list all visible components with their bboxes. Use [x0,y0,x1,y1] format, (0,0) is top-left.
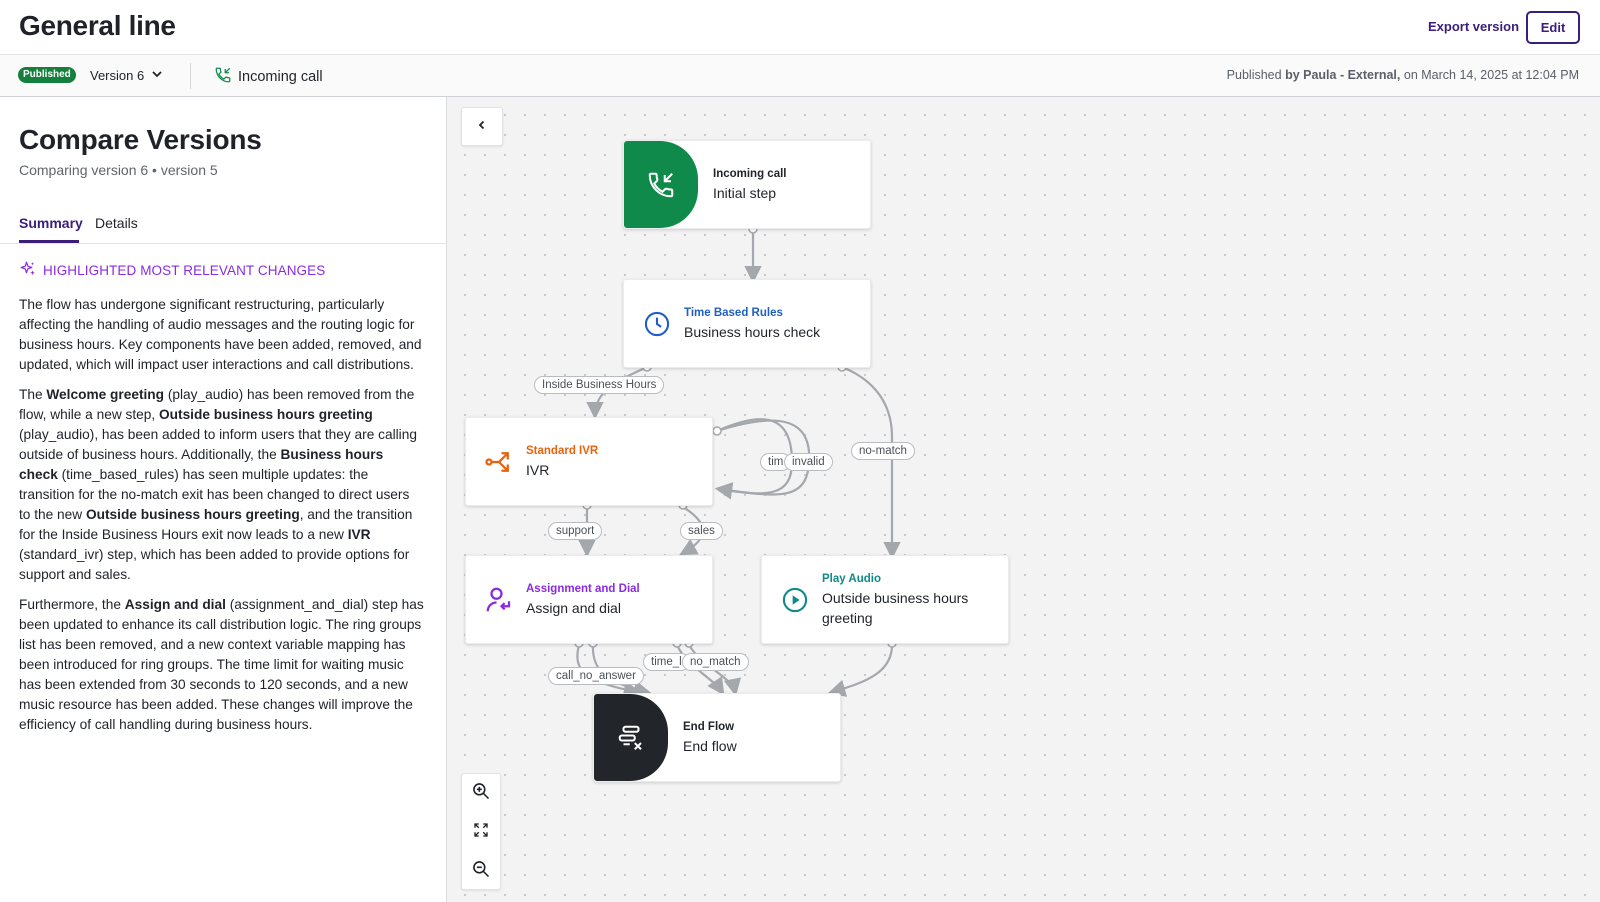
node-name: Business hours check [684,324,821,340]
fit-screen-icon [472,821,490,844]
branch-arrows-icon [483,446,515,478]
summary-paragraph: The flow has undergone significant restr… [19,295,424,375]
tab-bar: Summary Details [0,207,447,244]
status-badge: Published [18,67,76,83]
summary-bold-text: Outside business hours greeting [85,507,300,522]
tab-details[interactable]: Details [95,215,138,231]
phone-incoming-icon [624,141,698,228]
node-type-label: End Flow [683,721,735,733]
publish-date: on March 14, 2025 at 12:04 PM [1403,68,1579,82]
publish-prefix: Published [1226,68,1282,82]
active-tab-indicator [19,240,79,243]
edge-label-no-match[interactable]: no-match [851,442,915,460]
tab-summary[interactable]: Summary [19,215,83,231]
edge-label-sales[interactable]: sales [680,522,723,540]
panel-subtitle: Comparing version 6 • version 5 [19,162,218,178]
divider [190,63,191,89]
version-bar: Published Version 6 Incoming call Publis… [0,55,1600,97]
flow-canvas[interactable]: Incoming call Initial step Time Based Ru… [447,97,1600,902]
top-bar: General line Export version Edit [0,0,1600,55]
edge-label-call-no-answer[interactable]: call_no_answer [548,667,644,685]
compare-panel: Compare Versions Comparing version 6 • v… [0,97,447,902]
summary-paragraph: Furthermore, the Assign and dial (assign… [19,595,424,735]
end-flow-icon [594,694,668,781]
collapse-panel-button[interactable] [461,107,503,146]
node-name: Outside business hours greeting [822,590,969,626]
zoom-controls [461,773,501,890]
clock-icon [641,308,673,340]
highlight-heading: HIGHLIGHTED MOST RELEVANT CHANGES [19,260,325,281]
node-end-flow[interactable]: End Flow End flow [593,693,841,782]
play-circle-icon [779,584,811,616]
summary-text: The flow has undergone significant restr… [19,295,424,745]
summary-text-run: (assignment_and_dial) step has been upda… [19,597,424,732]
fit-view-button[interactable] [462,813,500,851]
summary-bold-text: Outside business hours greeting [159,407,373,422]
summary-text-run: Furthermore, the [19,597,125,612]
publish-info: Published by Paula - External, on March … [1227,68,1579,82]
edge-label-no-match-2[interactable]: no_match [682,653,749,671]
node-standard-ivr[interactable]: Standard IVR IVR [465,417,713,506]
node-type-label: Assignment and Dial [526,583,640,595]
zoom-in-icon [471,781,491,806]
node-type-label: Standard IVR [526,445,599,457]
node-play-audio[interactable]: Play Audio Outside business hours greeti… [761,555,1009,644]
node-name: IVR [526,462,550,478]
node-assignment-and-dial[interactable]: Assignment and Dial Assign and dial [465,555,713,644]
edge-label-invalid[interactable]: invalid [784,453,833,471]
panel-title: Compare Versions [19,124,262,155]
summary-text-run: (standard_ivr) step, which has been adde… [19,547,410,582]
node-type-label: Time Based Rules [684,307,783,319]
zoom-out-button[interactable] [462,852,500,890]
summary-bold-text: Welcome greeting [46,387,165,402]
version-label: Version 6 [90,68,145,83]
node-name: Initial step [713,185,777,201]
chevron-left-icon [476,118,488,136]
node-name: Assign and dial [526,600,621,616]
edge-label-support[interactable]: support [548,522,603,540]
chevron-down-icon [150,67,164,84]
user-assign-icon [483,584,515,616]
node-time-based-rules[interactable]: Time Based Rules Business hours check [623,279,871,368]
sparkle-icon [19,260,37,281]
highlight-heading-text: HIGHLIGHTED MOST RELEVANT CHANGES [43,263,326,278]
publish-author: by Paula - External, [1285,68,1401,82]
node-type-label: Incoming call [713,168,787,180]
summary-bold-text: IVR [347,527,371,542]
phone-incoming-icon [214,66,232,88]
edit-button[interactable]: Edit [1526,11,1580,44]
edge-label-inside-business-hours[interactable]: Inside Business Hours [534,376,665,394]
page-title: General line [19,10,176,41]
export-version-link[interactable]: Export version [1428,19,1519,34]
flow-type-label: Incoming call [238,69,323,85]
zoom-in-button[interactable] [462,774,500,812]
node-name: End flow [683,738,737,754]
summary-text-run: The [19,387,47,402]
summary-paragraph: The Welcome greeting (play_audio) has be… [19,385,424,585]
node-type-label: Play Audio [822,573,881,585]
zoom-out-icon [471,859,491,884]
node-incoming-call[interactable]: Incoming call Initial step [623,140,871,229]
summary-text-run: The flow has undergone significant restr… [19,297,422,372]
version-dropdown[interactable]: Version 6 [90,67,164,84]
flow-type: Incoming call [214,66,323,88]
summary-bold-text: Assign and dial [124,597,226,612]
